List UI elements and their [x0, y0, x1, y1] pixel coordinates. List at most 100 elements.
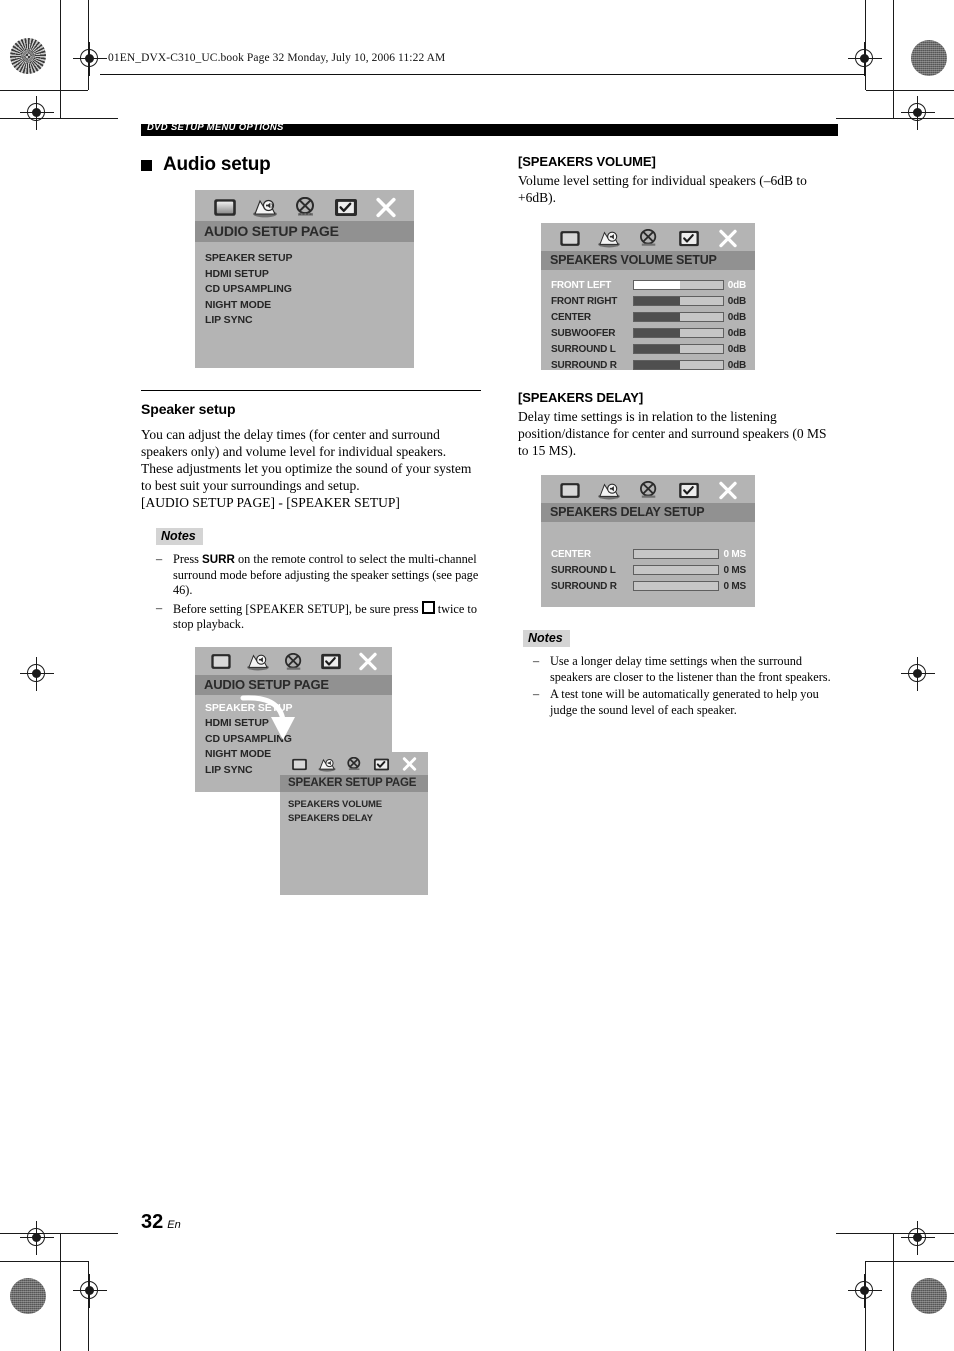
page-footer: 32 En: [141, 1211, 181, 1234]
left-column: Audio setup AUDIO SETUP PAGE SPEAKER SET…: [141, 154, 481, 897]
osd-item-night-mode[interactable]: NIGHT MODE: [205, 298, 414, 314]
page-language: En: [167, 1219, 181, 1231]
osd-speakers-volume-setup[interactable]: SPEAKERS VOLUME SETUP FRONT LEFT 0dB FRO…: [541, 223, 755, 373]
volume-row-surround-r[interactable]: SURROUND R 0dB: [551, 357, 746, 373]
row-value: 0dB: [727, 327, 747, 339]
speaker-audio-icon[interactable]: [590, 229, 630, 248]
speaker-setup-path: [AUDIO SETUP PAGE] - [SPEAKER SETUP]: [141, 495, 400, 510]
note-item: Before setting [SPEAKER SETUP], be sure …: [156, 600, 481, 633]
volume-bar[interactable]: [633, 312, 724, 322]
volume-bar[interactable]: [633, 328, 724, 338]
video-disabled-icon[interactable]: [285, 197, 325, 217]
close-x-icon[interactable]: [708, 481, 748, 500]
preferences-check-icon[interactable]: [669, 230, 709, 247]
stop-button-icon: [421, 600, 435, 614]
volume-row-front-left[interactable]: FRONT LEFT 0dB: [551, 277, 746, 293]
row-value: 0 MS: [723, 564, 746, 576]
volume-row-center[interactable]: CENTER 0dB: [551, 309, 746, 325]
osd-icon-row: [195, 647, 392, 675]
osd-item-hdmi-setup[interactable]: HDMI SETUP: [205, 267, 414, 283]
row-value: 0dB: [727, 359, 747, 371]
osd-volume-rows: FRONT LEFT 0dB FRONT RIGHT 0dB CENTER 0d…: [541, 270, 755, 373]
manual-page: 01EN_DVX-C310_UC.book Page 32 Monday, Ju…: [0, 0, 954, 1351]
right-column: [SPEAKERS VOLUME] Volume level setting f…: [518, 154, 838, 720]
volume-row-subwoofer[interactable]: SUBWOOFER 0dB: [551, 325, 746, 341]
delay-bar[interactable]: [633, 581, 720, 591]
osd-icon-row: [541, 223, 755, 251]
row-label: CENTER: [551, 311, 591, 323]
osd-item-lip-sync[interactable]: LIP SYNC: [205, 313, 414, 329]
delay-row-surround-r[interactable]: SURROUND R 0 MS: [551, 578, 746, 594]
note-item: A test tone will be automatically genera…: [533, 687, 838, 718]
row-value: 0dB: [727, 343, 747, 355]
osd-navigation-diagram: AUDIO SETUP PAGE SPEAKER SETUP HDMI SETU…: [141, 646, 481, 897]
osd-item-speakers-volume[interactable]: SPEAKERS VOLUME: [288, 798, 428, 812]
speakers-volume-body: Volume level setting for individual spea…: [518, 173, 807, 205]
tv-screen-icon[interactable]: [550, 230, 590, 247]
delay-bar[interactable]: [633, 549, 720, 559]
volume-row-surround-l[interactable]: SURROUND L 0dB: [551, 341, 746, 357]
close-x-icon[interactable]: [396, 757, 423, 771]
preferences-check-icon[interactable]: [669, 482, 709, 499]
osd-item-speaker-setup[interactable]: SPEAKER SETUP: [205, 251, 414, 267]
delay-bar[interactable]: [633, 565, 720, 575]
osd-speaker-setup-page[interactable]: SPEAKER SETUP PAGE SPEAKERS VOLUME SPEAK…: [280, 751, 428, 895]
row-value: 0 MS: [723, 580, 746, 592]
note-text: Press: [173, 552, 203, 566]
tv-screen-icon[interactable]: [550, 482, 590, 499]
speaker-audio-icon[interactable]: [313, 757, 340, 772]
delay-row-surround-l[interactable]: SURROUND L 0 MS: [551, 562, 746, 578]
volume-row-front-right[interactable]: FRONT RIGHT 0dB: [551, 293, 746, 309]
close-x-icon[interactable]: [708, 229, 748, 248]
volume-bar[interactable]: [633, 360, 724, 370]
two-column-layout: Audio setup AUDIO SETUP PAGE SPEAKER SET…: [141, 154, 838, 974]
row-value: 0 MS: [723, 548, 746, 560]
osd-delay-rows: CENTER 0 MS SURROUND L 0 MS SURROUND R 0…: [541, 522, 755, 594]
notes-label: Notes: [156, 528, 203, 545]
speaker-setup-body: You can adjust the delay times (for cent…: [141, 427, 472, 493]
notes-block-right: Notes Use a longer delay time settings w…: [523, 629, 838, 718]
preferences-check-icon[interactable]: [313, 653, 350, 670]
video-disabled-icon[interactable]: [629, 229, 669, 247]
preferences-check-icon[interactable]: [368, 758, 395, 771]
header-divider: [100, 74, 866, 75]
osd-item-cd-upsampling[interactable]: CD UPSAMPLING: [205, 732, 392, 748]
row-label: SUBWOOFER: [551, 327, 616, 339]
note-item: Use a longer delay time settings when th…: [533, 654, 838, 685]
delay-row-center[interactable]: CENTER 0 MS: [551, 546, 746, 562]
row-label: SURROUND R: [551, 580, 617, 592]
speaker-audio-icon[interactable]: [240, 652, 277, 671]
osd-item-speaker-setup[interactable]: SPEAKER SETUP: [205, 701, 392, 717]
notes-label: Notes: [523, 630, 570, 647]
video-disabled-icon[interactable]: [276, 652, 313, 671]
close-x-icon[interactable]: [366, 197, 406, 218]
row-label: SURROUND L: [551, 343, 616, 355]
volume-bar[interactable]: [633, 296, 724, 306]
osd-title: SPEAKERS DELAY SETUP: [541, 503, 755, 522]
speaker-audio-icon[interactable]: [590, 481, 630, 500]
page-title: Audio setup: [141, 154, 481, 176]
video-disabled-icon[interactable]: [341, 757, 368, 771]
volume-bar[interactable]: [633, 344, 724, 354]
tv-screen-icon[interactable]: [205, 198, 245, 217]
section-divider: [141, 390, 481, 391]
osd-item-hdmi-setup[interactable]: HDMI SETUP: [205, 716, 392, 732]
osd-speakers-delay-setup[interactable]: SPEAKERS DELAY SETUP CENTER 0 MS SURROUN…: [541, 475, 755, 607]
osd-item-speakers-delay[interactable]: SPEAKERS DELAY: [288, 812, 428, 826]
osd-item-cd-upsampling[interactable]: CD UPSAMPLING: [205, 282, 414, 298]
note-text: Before setting [SPEAKER SETUP], be sure …: [173, 601, 422, 616]
osd-audio-setup-page[interactable]: AUDIO SETUP PAGE SPEAKER SETUP HDMI SETU…: [195, 190, 414, 368]
video-disabled-icon[interactable]: [629, 481, 669, 499]
row-label: SURROUND R: [551, 359, 617, 371]
close-x-icon[interactable]: [349, 652, 386, 671]
speaker-audio-icon[interactable]: [245, 197, 285, 218]
page-content: DVD SETUP MENU OPTIONS Audio setup AUDIO…: [141, 122, 838, 974]
volume-bar[interactable]: [633, 280, 724, 290]
osd-icon-row: [280, 752, 428, 775]
tv-screen-icon[interactable]: [203, 653, 240, 670]
tv-screen-icon[interactable]: [286, 758, 313, 771]
preferences-check-icon[interactable]: [326, 198, 366, 217]
osd-menu-list: SPEAKER SETUP HDMI SETUP CD UPSAMPLING N…: [195, 242, 414, 329]
osd-title: AUDIO SETUP PAGE: [195, 674, 392, 695]
page-number: 32: [141, 1211, 164, 1233]
